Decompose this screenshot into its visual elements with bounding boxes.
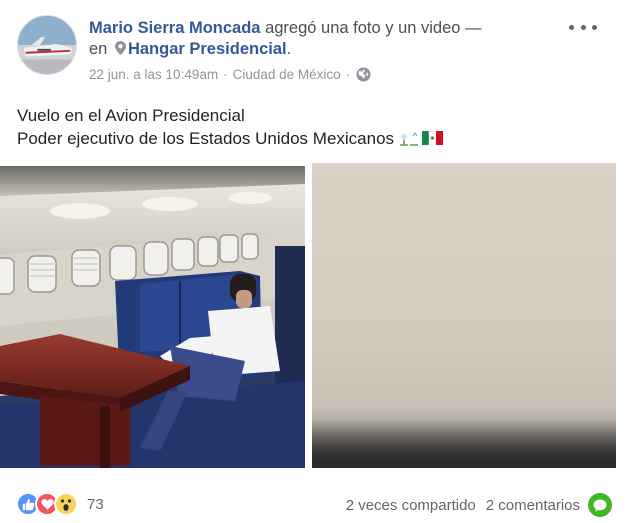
comments-link[interactable]: 2 comentarios xyxy=(486,497,580,514)
post-text-line-1: Vuelo en el Avion Presidencial xyxy=(17,106,245,125)
avatar-image xyxy=(18,16,76,74)
shares-link[interactable]: 2 veces compartido xyxy=(346,497,476,514)
reaction-count: 73 xyxy=(87,495,104,513)
meta-separator: · xyxy=(345,67,351,82)
more-options-icon xyxy=(580,24,586,30)
more-options-button[interactable] xyxy=(569,20,597,34)
post-text-line-2: Poder ejecutivo de los Estados Unidos Me… xyxy=(17,128,444,151)
post-message: Vuelo en el Avion Presidencial Poder eje… xyxy=(17,105,444,150)
cabin-photo-image xyxy=(0,166,305,468)
post-timestamp[interactable]: 22 jun. a las 10:49am xyxy=(89,67,218,82)
meta-separator: · xyxy=(223,67,228,82)
post-meta: 22 jun. a las 10:49am · Ciudad de México… xyxy=(89,67,371,82)
action-text: agregó una foto y un video — xyxy=(260,19,482,37)
author-avatar[interactable] xyxy=(17,15,77,75)
comment-bubble-icon xyxy=(588,493,612,517)
post-city[interactable]: Ciudad de México xyxy=(233,67,341,82)
post-photo[interactable] xyxy=(0,166,305,468)
facebook-post: Mario Sierra Moncada agregó una foto y u… xyxy=(0,0,627,523)
in-text: en xyxy=(89,40,108,58)
author-name-link[interactable]: Mario Sierra Moncada xyxy=(89,19,260,37)
more-options-icon xyxy=(592,24,597,30)
post-video[interactable] xyxy=(312,163,616,468)
post-header: Mario Sierra Moncada agregó una foto y u… xyxy=(89,18,549,60)
engagement-stats: 2 veces compartido 2 comentarios xyxy=(346,493,612,517)
wow-reaction-icon xyxy=(54,492,78,516)
mexico-flag-icon xyxy=(400,130,444,146)
location-pin-icon xyxy=(114,41,126,55)
more-options-icon xyxy=(569,24,574,30)
location-link[interactable]: Hangar Presidencial xyxy=(128,40,287,58)
globe-icon[interactable] xyxy=(356,67,371,82)
reactions-summary[interactable]: 73 xyxy=(16,492,104,516)
location-suffix: . xyxy=(286,40,292,58)
post-text-line-2-text: Poder ejecutivo de los Estados Unidos Me… xyxy=(17,128,395,148)
